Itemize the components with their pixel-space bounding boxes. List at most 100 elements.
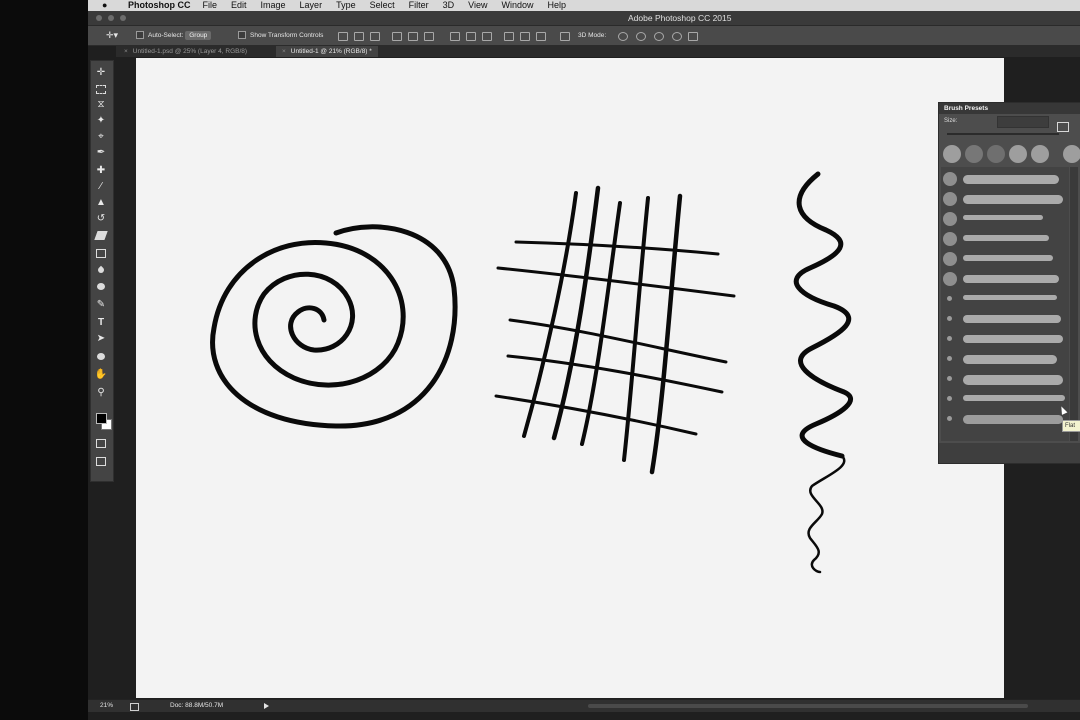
align-top-icon[interactable] bbox=[338, 32, 348, 41]
menu-filter[interactable]: Filter bbox=[409, 0, 429, 11]
hand-icon[interactable]: ✋ bbox=[94, 369, 108, 381]
tab-label: Untitled-1.psd @ 25% (Layer 4, RGB/8) bbox=[132, 48, 248, 55]
brush-tip[interactable] bbox=[1009, 145, 1027, 163]
align-right-icon[interactable] bbox=[424, 32, 434, 41]
show-transform-checkbox[interactable] bbox=[238, 31, 246, 40]
brush-row[interactable] bbox=[941, 249, 1069, 269]
app-menu[interactable]: Photoshop CC bbox=[128, 0, 191, 11]
auto-select-checkbox[interactable] bbox=[136, 31, 144, 40]
brush-row[interactable] bbox=[941, 189, 1069, 209]
gradient-icon[interactable] bbox=[94, 247, 108, 259]
distribute-bottom-icon[interactable] bbox=[482, 32, 492, 41]
brush-row[interactable] bbox=[941, 229, 1069, 249]
brush-tip[interactable] bbox=[1031, 145, 1049, 163]
screen-mode-icon[interactable] bbox=[94, 455, 108, 467]
lasso-icon[interactable]: ⧖ bbox=[94, 99, 108, 111]
apple-icon[interactable]: ● bbox=[102, 0, 116, 11]
zoom-level[interactable]: 21% bbox=[100, 700, 113, 712]
brush-tip[interactable] bbox=[965, 145, 983, 163]
brush-tip[interactable] bbox=[943, 145, 961, 163]
tab-untitled-active[interactable]: × Untitled-1 @ 21% (RGB/8) * bbox=[276, 46, 378, 57]
brush-tooltip: Flat bbox=[1062, 420, 1080, 432]
distribute-right-icon[interactable] bbox=[536, 32, 546, 41]
blur-icon[interactable] bbox=[94, 265, 108, 277]
path-selection-icon[interactable]: ➤ bbox=[94, 333, 108, 345]
brush-tip[interactable] bbox=[987, 145, 1005, 163]
menu-image[interactable]: Image bbox=[261, 0, 286, 11]
close-tab-icon[interactable]: × bbox=[282, 48, 286, 55]
brush-row[interactable] bbox=[941, 349, 1069, 369]
3d-slide-icon[interactable] bbox=[672, 32, 682, 41]
align-vcenter-icon[interactable] bbox=[354, 32, 364, 41]
magic-wand-icon[interactable]: ✦ bbox=[94, 115, 108, 127]
distribute-vcenter-icon[interactable] bbox=[466, 32, 476, 41]
eyedropper-icon[interactable]: ✒ bbox=[94, 147, 108, 159]
brush-row[interactable] bbox=[941, 329, 1069, 349]
status-menu-arrow-icon[interactable] bbox=[264, 703, 269, 709]
brush-row[interactable] bbox=[941, 169, 1069, 189]
new-preset-icon[interactable] bbox=[1057, 122, 1069, 132]
minimize-window-button[interactable] bbox=[108, 15, 114, 21]
menu-type[interactable]: Type bbox=[336, 0, 356, 11]
3d-roll-icon[interactable] bbox=[636, 32, 646, 41]
align-left-icon[interactable] bbox=[392, 32, 402, 41]
pen-icon[interactable]: ✎ bbox=[94, 299, 108, 311]
close-tab-icon[interactable]: × bbox=[124, 48, 128, 55]
foreground-color-swatch[interactable] bbox=[96, 413, 107, 424]
crop-icon[interactable]: ⌖ bbox=[94, 131, 108, 143]
brush-row[interactable] bbox=[941, 389, 1069, 409]
distribute-hcenter-icon[interactable] bbox=[520, 32, 530, 41]
share-icon[interactable] bbox=[130, 703, 139, 711]
menu-help[interactable]: Help bbox=[547, 0, 566, 11]
3d-mode-label: 3D Mode: bbox=[578, 32, 607, 39]
document-canvas[interactable] bbox=[136, 58, 1004, 698]
3d-scale-icon[interactable] bbox=[688, 32, 698, 41]
menu-window[interactable]: Window bbox=[501, 0, 533, 11]
dodge-icon[interactable] bbox=[94, 281, 108, 293]
move-tool-preset-icon[interactable]: ✛▾ bbox=[106, 26, 118, 45]
size-field[interactable] bbox=[997, 116, 1049, 128]
show-transform-option[interactable]: Show Transform Controls bbox=[238, 26, 323, 45]
eraser-icon[interactable] bbox=[94, 229, 108, 241]
brush-row[interactable] bbox=[941, 309, 1069, 329]
auto-select-option[interactable]: Auto-Select: Group bbox=[136, 26, 212, 45]
color-swatches[interactable] bbox=[96, 413, 112, 430]
brush-row[interactable] bbox=[941, 369, 1069, 389]
tab-untitled-psd[interactable]: × Untitled-1.psd @ 25% (Layer 4, RGB/8) bbox=[118, 46, 253, 57]
menu-file[interactable]: File bbox=[203, 0, 218, 11]
close-window-button[interactable] bbox=[96, 15, 102, 21]
brush-row[interactable] bbox=[941, 409, 1069, 429]
zoom-icon[interactable]: ⚲ bbox=[94, 387, 108, 399]
status-bar: 21% Doc: 88.8M/50.7M bbox=[88, 699, 1080, 712]
clone-stamp-icon[interactable]: ▲ bbox=[94, 197, 108, 209]
horizontal-scrollbar[interactable] bbox=[588, 704, 1028, 708]
align-hcenter-icon[interactable] bbox=[408, 32, 418, 41]
brush-list-scrollbar[interactable] bbox=[1070, 167, 1078, 441]
size-slider[interactable] bbox=[947, 133, 1059, 135]
distribute-top-icon[interactable] bbox=[450, 32, 460, 41]
brush-row[interactable] bbox=[941, 269, 1069, 289]
menu-layer[interactable]: Layer bbox=[300, 0, 323, 11]
menu-view[interactable]: View bbox=[468, 0, 487, 11]
auto-select-dropdown[interactable]: Group bbox=[185, 30, 212, 40]
healing-brush-icon[interactable]: ✚ bbox=[94, 165, 108, 177]
3d-rotate-icon[interactable] bbox=[618, 32, 628, 41]
move-icon[interactable]: ✛ bbox=[94, 67, 108, 79]
zoom-window-button[interactable] bbox=[120, 15, 126, 21]
history-brush-icon[interactable]: ↺ bbox=[94, 213, 108, 225]
menu-select[interactable]: Select bbox=[370, 0, 395, 11]
3d-pan-icon[interactable] bbox=[654, 32, 664, 41]
brush-tip[interactable] bbox=[1063, 145, 1080, 163]
auto-align-icon[interactable] bbox=[560, 32, 570, 41]
brush-row[interactable] bbox=[941, 289, 1069, 309]
quick-mask-icon[interactable] bbox=[94, 437, 108, 449]
distribute-left-icon[interactable] bbox=[504, 32, 514, 41]
type-icon[interactable]: T bbox=[94, 317, 108, 329]
brush-row[interactable] bbox=[941, 209, 1069, 229]
brush-icon[interactable]: ∕ bbox=[94, 181, 108, 193]
ellipse-icon[interactable] bbox=[94, 351, 108, 363]
align-bottom-icon[interactable] bbox=[370, 32, 380, 41]
menu-edit[interactable]: Edit bbox=[231, 0, 247, 11]
marquee-icon[interactable] bbox=[94, 83, 108, 95]
menu-3d[interactable]: 3D bbox=[443, 0, 455, 11]
